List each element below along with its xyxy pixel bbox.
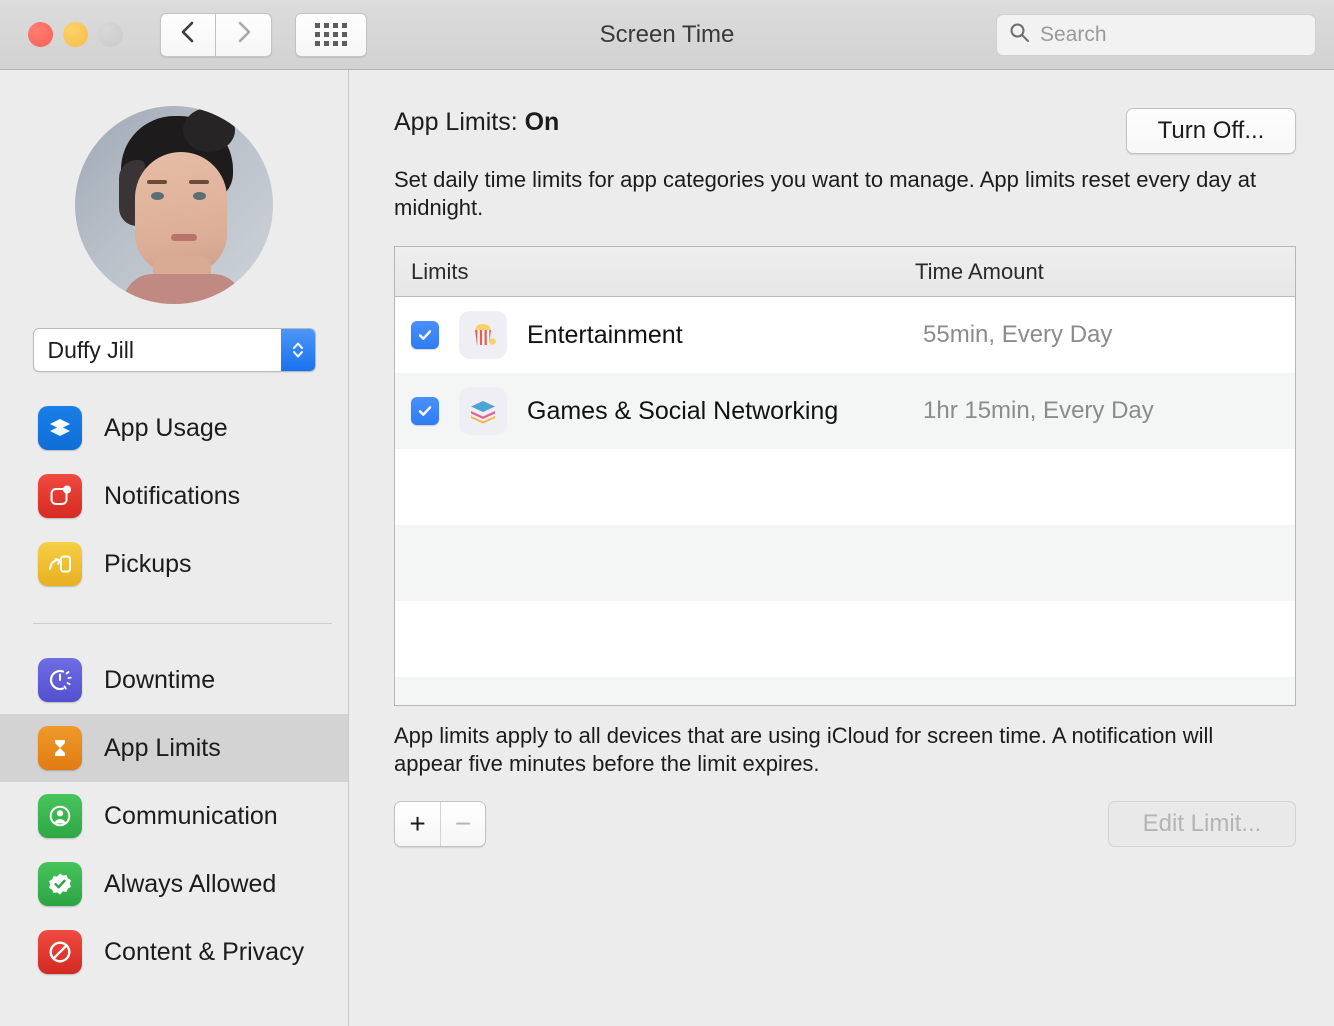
column-header-time-amount[interactable]: Time Amount <box>915 259 1044 285</box>
add-remove-segmented-control: + − <box>394 800 486 847</box>
table-row-empty <box>395 449 1295 526</box>
sidebar-item-pickups[interactable]: Pickups <box>0 530 348 598</box>
avatar-brow-right <box>189 180 209 184</box>
table-row-empty <box>395 525 1295 602</box>
table-action-row: + − Edit Limit... <box>394 800 1296 847</box>
avatar-container <box>0 106 348 304</box>
app-limits-icon <box>38 726 82 770</box>
sidebar-item-communication[interactable]: Communication <box>0 782 348 850</box>
remove-limit-button[interactable]: − <box>440 801 485 846</box>
popcorn-icon <box>459 311 507 360</box>
limit-category-name: Entertainment <box>527 320 683 349</box>
window-content: Duffy Jill App Usage Notifications Picku… <box>0 70 1334 1026</box>
limit-enabled-checkbox[interactable] <box>411 321 439 350</box>
minimize-window-button[interactable] <box>63 22 88 47</box>
row-checkbox-cell <box>395 397 459 426</box>
app-limits-status-prefix: App Limits: <box>394 108 525 136</box>
sidebar-item-app-usage[interactable]: App Usage <box>0 394 348 462</box>
communication-icon <box>38 794 82 838</box>
updown-chevrons-icon[interactable] <box>280 329 315 371</box>
chevron-right-icon <box>236 20 252 49</box>
sidebar-item-app-limits[interactable]: App Limits <box>0 714 348 782</box>
table-row-empty <box>395 601 1295 678</box>
sidebar: Duffy Jill App Usage Notifications Picku… <box>0 70 349 1026</box>
sidebar-item-label: Always Allowed <box>104 869 277 898</box>
turn-off-button[interactable]: Turn Off... <box>1126 108 1296 154</box>
app-usage-icon <box>38 406 82 450</box>
navigation-button-group <box>160 12 272 57</box>
sidebar-nav-bottom: Downtime App Limits Communication Always… <box>0 646 348 986</box>
back-button[interactable] <box>160 12 216 57</box>
downtime-icon <box>38 658 82 702</box>
app-limits-status: App Limits: On <box>394 108 559 137</box>
app-limits-description: Set daily time limits for app categories… <box>394 167 1257 221</box>
limits-table-header: Limits Time Amount <box>395 247 1295 298</box>
avatar[interactable] <box>75 106 273 304</box>
search-field[interactable]: Search <box>996 13 1316 56</box>
app-limits-status-value: On <box>524 108 560 136</box>
sidebar-item-label: Content & Privacy <box>104 937 305 966</box>
avatar-eye-left <box>151 192 164 200</box>
table-row-empty <box>395 677 1295 706</box>
sidebar-item-always-allowed[interactable]: Always Allowed <box>0 850 348 918</box>
traffic-light-group <box>28 22 123 47</box>
sidebar-item-downtime[interactable]: Downtime <box>0 646 348 714</box>
sidebar-item-label: Communication <box>104 801 278 830</box>
notifications-icon <box>38 474 82 518</box>
limits-footnote: App limits apply to all devices that are… <box>394 723 1214 777</box>
user-popup-button[interactable]: Duffy Jill <box>32 328 316 372</box>
sidebar-nav-top: App Usage Notifications Pickups <box>0 394 348 598</box>
chevron-left-icon <box>180 20 196 49</box>
column-header-limits[interactable]: Limits <box>395 259 915 285</box>
search-placeholder: Search <box>1040 22 1107 46</box>
layers-stack-icon <box>459 387 507 436</box>
window-titlebar: Screen Time Search <box>0 0 1334 70</box>
add-limit-button[interactable]: + <box>395 801 440 846</box>
edit-limit-button[interactable]: Edit Limit... <box>1108 800 1296 847</box>
limit-enabled-checkbox[interactable] <box>411 397 439 426</box>
search-icon <box>1009 22 1030 48</box>
sidebar-item-label: App Limits <box>104 733 221 762</box>
limit-category-name: Games & Social Networking <box>527 396 839 425</box>
pickups-icon <box>38 542 82 586</box>
avatar-eye-right <box>193 192 206 200</box>
sidebar-divider <box>33 623 332 624</box>
sidebar-item-label: Downtime <box>104 665 216 694</box>
table-row[interactable]: Games & Social Networking 1hr 15min, Eve… <box>395 373 1295 450</box>
always-allowed-icon <box>38 862 82 906</box>
sidebar-item-notifications[interactable]: Notifications <box>0 462 348 530</box>
sidebar-item-label: Notifications <box>104 481 241 510</box>
sidebar-item-label: App Usage <box>104 413 228 442</box>
main-header: App Limits: On Turn Off... <box>394 108 1296 154</box>
show-all-preferences-button[interactable] <box>295 12 367 57</box>
limits-table: Limits Time Amount Entertainment 55min, … <box>394 246 1296 707</box>
content-privacy-icon <box>38 930 82 974</box>
limit-time-amount: 1hr 15min, Every Day <box>923 397 1154 425</box>
avatar-shirt <box>123 274 243 304</box>
main-pane: App Limits: On Turn Off... Set daily tim… <box>349 70 1334 1026</box>
user-name-label: Duffy Jill <box>47 336 135 363</box>
close-window-button[interactable] <box>28 22 53 47</box>
limit-time-amount: 55min, Every Day <box>923 321 1113 349</box>
table-row[interactable]: Entertainment 55min, Every Day <box>395 297 1295 374</box>
sidebar-item-content-privacy[interactable]: Content & Privacy <box>0 918 348 986</box>
avatar-brow-left <box>147 180 167 184</box>
sidebar-item-label: Pickups <box>104 549 192 578</box>
row-checkbox-cell <box>395 321 459 350</box>
forward-button[interactable] <box>216 12 272 57</box>
show-all-grid-icon <box>315 23 347 46</box>
zoom-window-button[interactable] <box>98 22 123 47</box>
avatar-mouth <box>171 234 197 241</box>
